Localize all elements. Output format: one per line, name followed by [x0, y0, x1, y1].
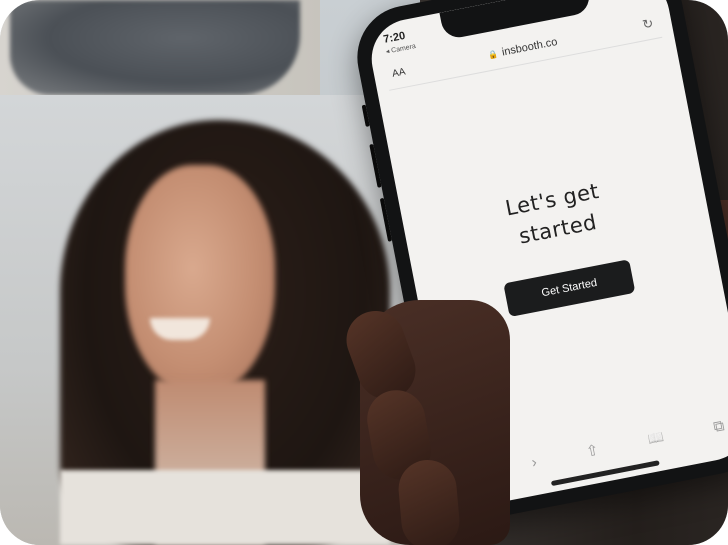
finger-ring [396, 457, 462, 545]
photo-scene: 7:20 ▪▪▮ ◠ ▭ ◂ Camera AA 🔒 insbooth.co ↻… [0, 0, 728, 545]
reload-icon[interactable]: ↻ [641, 15, 655, 33]
reader-aa-button[interactable]: AA [391, 66, 406, 79]
lock-icon: 🔒 [487, 48, 499, 60]
url-display[interactable]: 🔒 insbooth.co [487, 36, 558, 61]
hand-holding-phone [338, 300, 510, 545]
forward-arrow-icon[interactable]: › [530, 453, 538, 471]
url-text: insbooth.co [500, 35, 559, 59]
woman-face [125, 165, 275, 395]
woman-shirt [60, 470, 390, 545]
bookmarks-icon[interactable]: 📖 [647, 429, 666, 448]
get-started-button[interactable]: Get Started [503, 259, 636, 318]
share-icon[interactable]: ⇧ [584, 441, 601, 461]
status-icons: ▪▪▮ ◠ ▭ [608, 0, 650, 6]
tabs-icon[interactable]: ⧉ [712, 417, 726, 436]
page-heading: Let's get started [401, 156, 709, 273]
background-arm [10, 0, 300, 95]
